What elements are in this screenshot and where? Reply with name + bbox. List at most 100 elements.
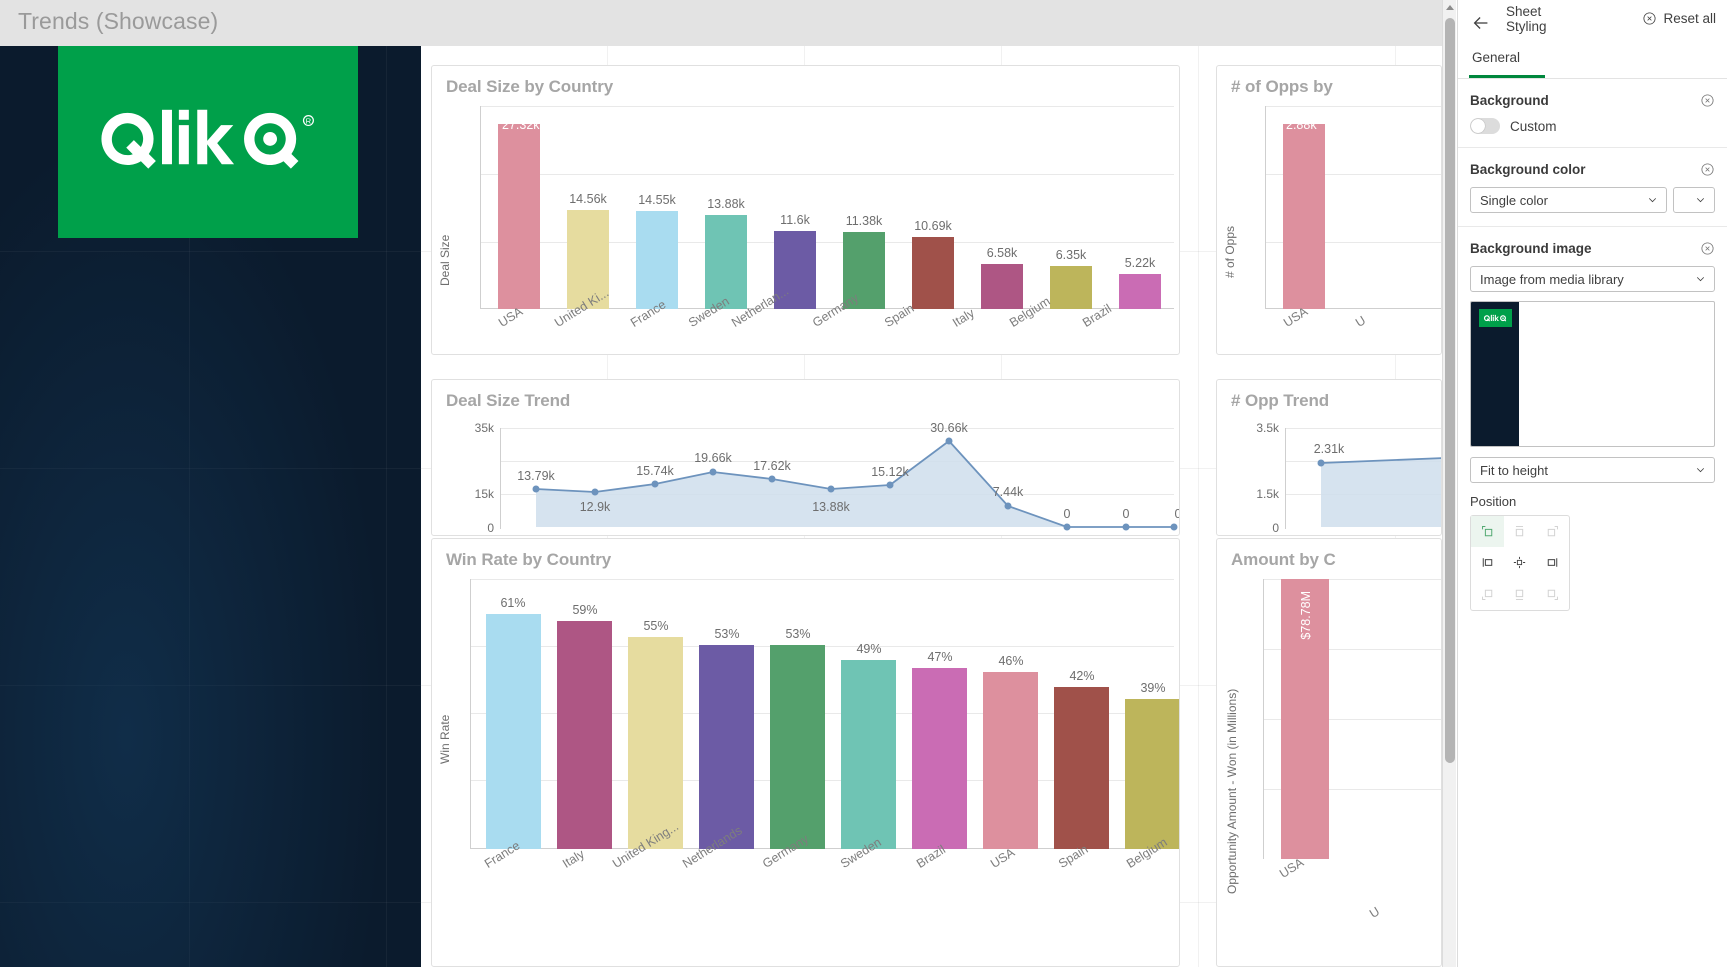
data-point[interactable] (1004, 502, 1012, 510)
bar-italy[interactable] (981, 264, 1023, 309)
point-label: 15.12k (871, 465, 909, 479)
position-middle-right[interactable] (1536, 547, 1569, 578)
data-point[interactable] (945, 437, 953, 445)
bar-brazil[interactable] (912, 668, 967, 849)
position-bottom-right[interactable] (1536, 579, 1569, 610)
bar-france[interactable] (636, 211, 678, 309)
data-point[interactable] (709, 468, 717, 476)
position-center[interactable] (1504, 547, 1537, 578)
bar-usa[interactable] (498, 124, 540, 309)
position-bottom-left[interactable] (1471, 579, 1504, 610)
chart-title: # of Opps by (1231, 77, 1333, 96)
bar-united-kingdom[interactable] (628, 637, 683, 849)
background-image-preview[interactable] (1470, 301, 1715, 447)
plot-area: $78.78M (1263, 579, 1441, 859)
bar-spain[interactable] (912, 237, 954, 309)
reset-icon[interactable] (1700, 241, 1715, 256)
reset-icon[interactable] (1700, 93, 1715, 108)
tab-general[interactable]: General (1472, 50, 1520, 65)
bar-usa[interactable] (983, 672, 1038, 849)
position-top-left[interactable] (1471, 516, 1504, 548)
data-point[interactable] (1122, 523, 1130, 531)
section-background: Background Custom (1458, 79, 1727, 148)
chart-card-deal-size-trend[interactable]: Deal Size Trend 13.79k 12.9k 15.74k 19.6… (431, 379, 1180, 536)
reset-all-button[interactable]: Reset all (1642, 11, 1716, 26)
bar-brazil[interactable] (1119, 274, 1161, 309)
bar-usa[interactable] (1283, 124, 1325, 309)
data-point[interactable] (532, 485, 540, 493)
background-color-mode-select[interactable]: Single color (1470, 187, 1667, 213)
data-point[interactable] (1170, 523, 1178, 531)
canvas-scrollbar[interactable] (1442, 0, 1456, 967)
chart-card-deal-size-by-country[interactable]: Deal Size by Country Deal Size 27.32k 14… (431, 65, 1180, 355)
y-axis-tick: 35k (474, 421, 494, 435)
select-value: Single color (1480, 192, 1548, 208)
section-heading: Background color (1470, 162, 1715, 177)
bar-sweden[interactable] (705, 215, 747, 309)
scrollbar-thumb[interactable] (1445, 18, 1455, 763)
background-color-swatch-select[interactable] (1673, 187, 1715, 213)
bar-label: 55% (643, 619, 669, 633)
section-heading: Background image (1470, 241, 1715, 256)
data-point[interactable] (1317, 459, 1325, 467)
position-top-right[interactable] (1536, 516, 1569, 547)
data-point[interactable] (827, 485, 835, 493)
reset-icon (1643, 12, 1656, 25)
scroll-up-arrow-icon[interactable] (1446, 5, 1454, 10)
data-point[interactable] (886, 481, 894, 489)
sheet-styling-panel: Sheet Styling Reset all General Backgrou… (1457, 0, 1727, 967)
position-bottom-center[interactable] (1504, 579, 1537, 610)
data-point[interactable] (651, 480, 659, 488)
chevron-down-icon (1648, 198, 1657, 203)
background-image-source-select[interactable]: Image from media library (1470, 266, 1715, 292)
bar-spain[interactable] (1054, 687, 1109, 849)
background-image-size-select[interactable]: Fit to height (1470, 457, 1715, 483)
chart-card-num-opp-trend[interactable]: # Opp Trend 2.31k 3.5k 1.5k 0 (1216, 379, 1442, 536)
bar-label: 14.56k (569, 192, 607, 206)
bar-italy[interactable] (557, 621, 612, 849)
custom-background-toggle[interactable] (1470, 118, 1500, 134)
chart-card-win-rate-by-country[interactable]: Win Rate by Country Win Rate 61% 59% 55%… (431, 538, 1180, 967)
select-value: Fit to height (1480, 462, 1548, 478)
chart-card-num-opps-by-country[interactable]: # of Opps by # of Opps 2.88k USA U (1216, 65, 1442, 355)
section-background-image: Background image Image from media librar… (1458, 227, 1727, 624)
panel-header: Sheet Styling Reset all (1458, 0, 1727, 46)
x-axis-tick[interactable]: U (1353, 313, 1368, 330)
toggle-knob (1471, 119, 1485, 133)
position-top-center[interactable] (1504, 516, 1537, 547)
bar-germany[interactable] (770, 645, 825, 849)
align-bottom-right-icon (1547, 589, 1559, 600)
y-axis-tick: 0 (487, 521, 494, 535)
bar-label: 59% (572, 603, 598, 617)
data-point[interactable] (1063, 523, 1071, 531)
bar-netherlands[interactable] (699, 645, 754, 849)
bar-belgium[interactable] (1050, 266, 1092, 309)
bar-belgium[interactable] (1125, 699, 1179, 849)
data-point[interactable] (591, 488, 599, 496)
position-middle-left[interactable] (1471, 547, 1504, 578)
background-color-controls: Single color (1470, 187, 1715, 213)
arrow-left-icon[interactable] (1470, 12, 1492, 34)
bar-label: 61% (500, 596, 526, 610)
x-axis-tick[interactable]: Italy (950, 306, 977, 330)
x-axis-tick[interactable]: U (1367, 904, 1382, 921)
x-axis-tick[interactable]: USA (1277, 855, 1306, 880)
x-axis-tick[interactable]: USA (988, 845, 1017, 870)
y-axis-tick: 0 (1272, 521, 1279, 535)
data-point[interactable] (768, 475, 776, 483)
bar-sweden[interactable] (841, 660, 896, 849)
qlik-logo-thumbnail (1479, 309, 1512, 327)
bar-label: 2.88k (1286, 118, 1317, 132)
point-label: 0 (1063, 507, 1071, 521)
y-axis-tick: 3.5k (1256, 421, 1279, 435)
point-label: 17.62k (753, 459, 791, 473)
chart-card-amount-by-country[interactable]: Amount by C Opportunity Amount - Won (in… (1216, 538, 1442, 967)
x-axis-tick[interactable]: Italy (560, 847, 587, 871)
align-bottom-center-icon (1516, 589, 1524, 600)
position-label: Position (1470, 494, 1517, 509)
bar-label: 13.88k (707, 197, 745, 211)
bar-france[interactable] (486, 614, 541, 849)
reset-icon[interactable] (1700, 162, 1715, 177)
y-axis-label: Opportunity Amount - Won (in Millions) (1225, 688, 1239, 894)
point-label: 13.79k (517, 469, 555, 483)
